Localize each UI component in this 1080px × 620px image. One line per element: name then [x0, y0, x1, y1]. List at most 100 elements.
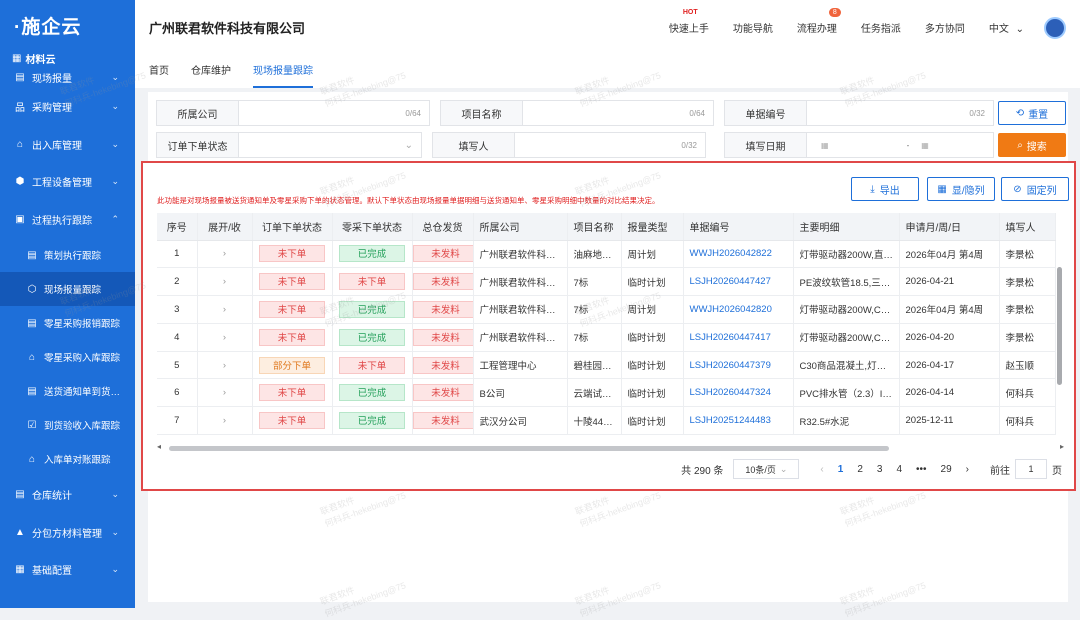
page-number[interactable]: 1 — [838, 464, 844, 475]
status-tag: 未下单 — [339, 273, 405, 291]
reset-button[interactable]: ⟲ 重置 — [998, 101, 1066, 125]
table-cell: 未下单 — [252, 295, 333, 324]
doc-number-link[interactable]: LSJH20260447324 — [690, 387, 771, 398]
sidebar-subitem-reconcile[interactable]: ⌂ 入库单对账跟踪 — [0, 442, 135, 476]
table-cell: 1 — [157, 240, 198, 269]
search-icon: ⌕ — [1017, 139, 1023, 151]
sidebar-item-onsite[interactable]: ▤ 现场报量 ⌄ — [0, 66, 135, 88]
sidebar-item-inout[interactable]: ⌂ 出入库管理 ⌄ — [0, 126, 135, 164]
table-row[interactable]: 7 › 未下单 已完成 未发料 武汉分公司 十陵44… 临时计划 LSJH20251244483… — [157, 406, 1056, 436]
scroll-right-icon[interactable]: ▸ — [1060, 442, 1064, 451]
expand-toggle[interactable]: › — [197, 240, 253, 269]
nav-quick-start[interactable]: HOT 快速上手 — [669, 9, 709, 35]
page-number[interactable]: 3 — [877, 464, 883, 475]
doc-number-link[interactable]: WWJH2026042822 — [690, 248, 772, 259]
pin-columns-button[interactable]: ⊘ 固定列 — [1001, 177, 1069, 201]
sidebar-item-config[interactable]: ▦ 基础配置 ⌄ — [0, 551, 135, 589]
sidebar-subitem-misc-reimburse[interactable]: ▤ 零星采购报销跟踪 — [0, 306, 135, 340]
table-cell: 工程管理中心 — [473, 351, 568, 380]
expand-toggle[interactable]: › — [197, 323, 253, 352]
sidebar-subitem-plan[interactable]: ▤ 策划执行跟踪 — [0, 238, 135, 272]
order-status-select[interactable]: 订单下单状态 ⌄ — [156, 132, 422, 158]
expand-toggle[interactable]: › — [197, 295, 253, 324]
horizontal-scrollbar[interactable] — [169, 446, 889, 451]
doc-number-link[interactable]: WWJH2026042820 — [690, 304, 772, 315]
tab-home[interactable]: 首页 — [149, 55, 169, 88]
project-filter[interactable]: 项目名称 0/64 — [440, 100, 714, 126]
table-cell: 赵玉顺 — [999, 351, 1056, 380]
sidebar-item-warehouse-stats[interactable]: ▤ 仓库统计 ⌄ — [0, 476, 135, 514]
table-row[interactable]: 3 › 未下单 已完成 未发料 广州联君软件科… 7标 周计划 WWJH2026042820 灯带… — [157, 295, 1056, 324]
doc-number-filter[interactable]: 单据编号 0/32 — [724, 100, 994, 126]
status-tag: 部分下单 — [259, 356, 325, 374]
status-tag: 未下单 — [259, 273, 325, 291]
search-button[interactable]: ⌕ 搜索 — [998, 133, 1066, 157]
expand-toggle[interactable]: › — [197, 378, 253, 408]
sidebar-item-equipment[interactable]: ⬢ 工程设备管理 ⌄ — [0, 163, 135, 201]
table-row[interactable]: 2 › 未下单 未下单 未发料 广州联君软件科… 7标 临时计划 LSJH20260447427… — [157, 267, 1056, 297]
sidebar-subitem-delivery[interactable]: ▤ 送货通知单到货… — [0, 374, 135, 408]
table-row[interactable]: 6 › 未下单 已完成 未发料 B公司 云端试… 临时计划 LSJH20260447324 PVC… — [157, 378, 1056, 408]
expand-toggle[interactable]: › — [197, 406, 253, 436]
table-row[interactable]: 4 › 未下单 已完成 未发料 广州联君软件科… 7标 临时计划 LSJH20260447417… — [157, 323, 1056, 352]
status-tag: 未发料 — [412, 356, 472, 374]
vertical-scrollbar[interactable] — [1057, 267, 1062, 385]
table-cell: 何科兵 — [999, 406, 1056, 436]
nav-collaboration[interactable]: 多方协同 — [925, 20, 965, 35]
doc-number-link[interactable]: LSJH20260447427 — [690, 276, 771, 287]
table-cell: 未发料 — [412, 378, 474, 408]
goto-page-input[interactable]: 1 — [1015, 459, 1047, 479]
report-icon: ▤ — [15, 71, 25, 83]
toggle-columns-button[interactable]: ▦ 显/隐列 — [927, 177, 995, 201]
table-cell: 周计划 — [621, 240, 684, 269]
next-page-icon[interactable]: › — [966, 464, 969, 475]
prev-page-icon[interactable]: ‹ — [820, 464, 823, 475]
status-tag: 未发料 — [412, 245, 472, 263]
sidebar-subitem-acceptance[interactable]: ☑ 到货验收入库跟踪 — [0, 408, 135, 442]
table-row[interactable]: 1 › 未下单 已完成 未发料 广州联君软件科… 油麻地… 周计划 WWJH2026042822… — [157, 240, 1056, 269]
scroll-left-icon[interactable]: ◂ — [157, 442, 161, 451]
nav-task-assign[interactable]: 任务指派 — [861, 20, 901, 35]
page-number[interactable]: 4 — [896, 464, 902, 475]
sidebar-subitem-misc-inbound[interactable]: ⌂ 零星采购入库跟踪 — [0, 340, 135, 374]
table-cell: 未发料 — [412, 267, 474, 297]
table-cell: 碧桂园… — [567, 351, 622, 380]
sidebar-item-purchase[interactable]: 品 采购管理 ⌄ — [0, 88, 135, 126]
page-number[interactable]: 29 — [941, 464, 952, 475]
table-cell: PE波纹软管18.5,三… — [793, 267, 900, 297]
doc-icon: ▤ — [15, 489, 25, 501]
date-range-filter[interactable]: 填写日期 ▦ - ▦ — [724, 132, 994, 158]
sidebar-item-subcontractor[interactable]: ▲ 分包方材料管理 ⌄ — [0, 514, 135, 552]
language-select[interactable]: 中文 ⌄ — [989, 20, 1024, 35]
table-cell: 2025-12-11 — [899, 406, 1000, 436]
sidebar-item-tracking[interactable]: ▣ 过程执行跟踪 ⌃ — [0, 201, 135, 239]
doc-number-link[interactable]: LSJH20260447417 — [690, 332, 771, 343]
more-pages[interactable]: ••• — [916, 464, 927, 475]
doc-icon: ▤ — [27, 317, 37, 329]
tab-onsite-report[interactable]: 现场报量跟踪 — [253, 55, 313, 88]
export-button[interactable]: ⤓ 导出 — [851, 177, 919, 201]
table-cell: 5 — [157, 351, 198, 380]
nav-process[interactable]: 8 流程办理 — [797, 8, 841, 35]
filler-filter[interactable]: 填写人 0/32 — [432, 132, 706, 158]
status-tag: 未发料 — [412, 412, 472, 430]
table-row[interactable]: 5 › 部分下单 未下单 未发料 工程管理中心 碧桂园… 临时计划 LSJH2026044737… — [157, 351, 1056, 380]
doc-number-link[interactable]: LSJH20260447379 — [690, 360, 771, 371]
table-cell: WWJH2026042820 — [683, 295, 794, 324]
company-filter[interactable]: 所属公司 0/64 — [156, 100, 430, 126]
expand-toggle[interactable]: › — [197, 351, 253, 380]
table-cell: 已完成 — [332, 295, 413, 324]
expand-toggle[interactable]: › — [197, 267, 253, 297]
avatar[interactable] — [1044, 16, 1066, 39]
sidebar-subitem-onsite-report[interactable]: ⬡ 现场报量跟踪 — [0, 272, 135, 306]
page-number[interactable]: 2 — [857, 464, 863, 475]
cube-icon: ⬢ — [15, 176, 25, 188]
table-cell: LSJH20260447379 — [683, 351, 794, 380]
table-cell: 武汉分公司 — [473, 406, 568, 436]
doc-number-link[interactable]: LSJH20251244483 — [690, 415, 771, 426]
page-size-select[interactable]: 10条/页 ⌄ — [733, 459, 800, 479]
tab-warehouse[interactable]: 仓库维护 — [191, 55, 231, 88]
table-cell: 2 — [157, 267, 198, 297]
chevron-down-icon: ⌄ — [111, 564, 119, 575]
nav-function-guide[interactable]: 功能导航 — [733, 20, 773, 35]
